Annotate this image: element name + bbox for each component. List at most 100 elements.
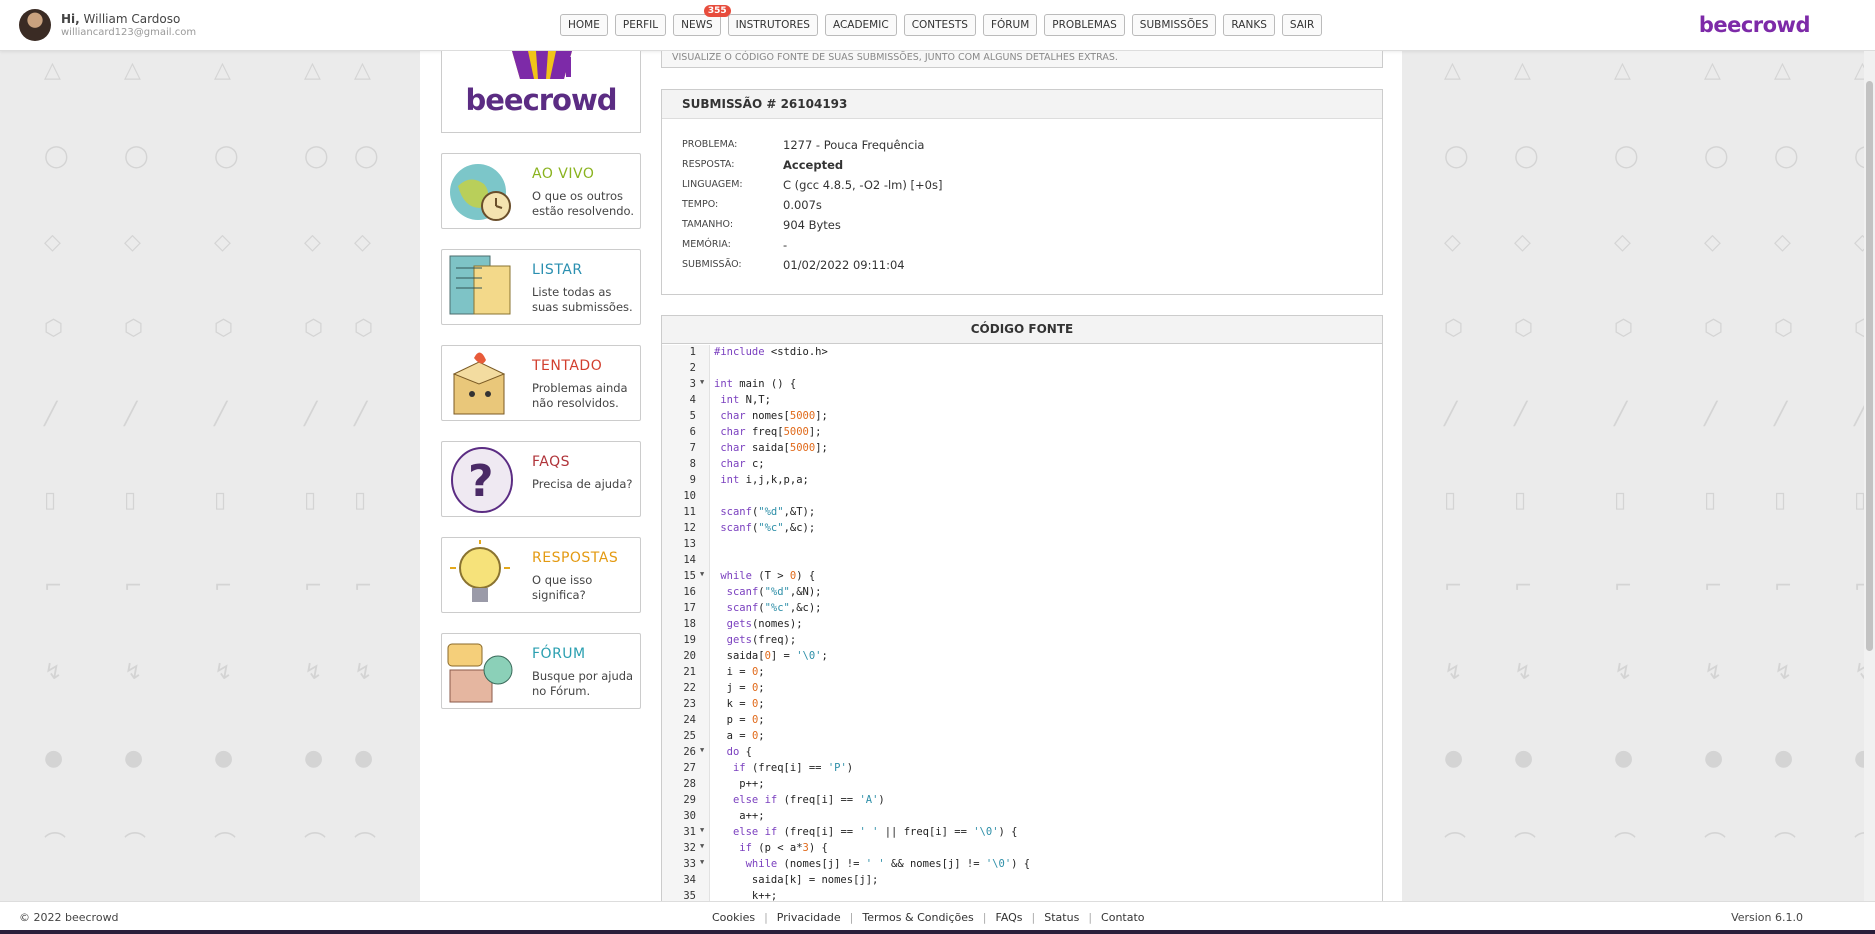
sidebar-card-ao-vivo[interactable]: AO VIVO O que os outros estão resolvendo. <box>441 153 641 229</box>
nav-sair[interactable]: SAIR <box>1281 14 1323 36</box>
background-shape: ◇ <box>1444 230 1461 255</box>
submission-field-label: LINGUAGEM: <box>682 179 743 190</box>
footer-link-faqs[interactable]: FAQs <box>996 911 1023 924</box>
code-text: do { <box>726 746 752 758</box>
background-shape: ◯ <box>304 144 329 169</box>
version-label: Version 6.1.0 <box>1731 911 1803 924</box>
code-editor[interactable]: 1 #include <stdio.h> 2 3 ▼ int main () {4 int… <box>662 345 1382 905</box>
nav-academic[interactable]: ACADEMIC <box>824 14 897 36</box>
faqs-illustration-icon: ? <box>451 447 513 513</box>
code-line: 10 <box>662 489 1382 505</box>
footer-link-privacidade[interactable]: Privacidade <box>777 911 841 924</box>
nav-problemas[interactable]: PROBLEMAS <box>1044 14 1125 36</box>
nav-instrutores[interactable]: INSTRUTORES <box>727 14 818 36</box>
code-text: char saida[5000]; <box>720 442 828 454</box>
nav-submiss-es[interactable]: SUBMISSÕES <box>1131 14 1217 36</box>
background-shape: ● <box>1614 746 1634 771</box>
sidebar-card-desc: Busque por ajuda no Fórum. <box>532 669 634 698</box>
page-scrollbar[interactable] <box>1864 51 1875 901</box>
background-shape: ⌒ <box>354 832 377 857</box>
footer-link-contato[interactable]: Contato <box>1101 911 1144 924</box>
footer-link-status[interactable]: Status <box>1044 911 1079 924</box>
nav-news[interactable]: NEWS 355 <box>673 5 731 36</box>
code-text: #include <stdio.h> <box>714 346 828 358</box>
nav-label: NEWS <box>681 19 713 31</box>
background-shape: ◯ <box>1444 144 1469 169</box>
code-line: 13 <box>662 537 1382 553</box>
fold-toggle-icon[interactable]: ▼ <box>700 842 704 850</box>
submission-field-value[interactable]: 1277 - Pouca Frequência <box>783 138 924 152</box>
background-shape: ⬡ <box>124 316 144 341</box>
background-shape: ╱ <box>214 402 228 427</box>
nav-contests[interactable]: CONTESTS <box>903 14 976 36</box>
background-shape: △ <box>1514 58 1531 83</box>
top-bar: Hi, William Cardoso williancard123@gmail… <box>0 0 1875 51</box>
line-number: 1 <box>689 346 696 358</box>
code-line: 5 char nomes[5000]; <box>662 409 1382 425</box>
source-code-panel: CÓDIGO FONTE 1 #include <stdio.h> 2 3 ▼ int m… <box>661 315 1383 915</box>
user-name[interactable]: William Cardoso <box>84 12 181 26</box>
line-number: 16 <box>683 586 696 598</box>
background-shape: ⬡ <box>44 316 64 341</box>
nav-f-rum[interactable]: FÓRUM <box>982 14 1038 36</box>
nav-perfil[interactable]: PERFIL <box>614 14 667 36</box>
line-number: 2 <box>689 362 696 374</box>
background-shape: ⌐ <box>1444 574 1463 599</box>
background-shape: ◯ <box>1704 144 1729 169</box>
sidebar-card-listar[interactable]: LISTAR Liste todas as suas submissões. <box>441 249 641 325</box>
background-shape: △ <box>124 58 141 83</box>
background-shape: ◯ <box>124 144 149 169</box>
line-number: 18 <box>683 618 696 630</box>
footer-link-termos-condicoes[interactable]: Termos & Condições <box>862 911 973 924</box>
line-number: 10 <box>683 490 696 502</box>
line-number: 3 <box>689 378 696 390</box>
nav-ranks[interactable]: RANKS <box>1223 14 1275 36</box>
avatar[interactable] <box>19 9 51 41</box>
line-number: 21 <box>683 666 696 678</box>
code-line: 19 gets(freq); <box>662 633 1382 649</box>
nav-label: RANKS <box>1231 19 1267 31</box>
background-shape: ⌒ <box>44 832 67 857</box>
submission-field-label: RESPOSTA: <box>682 159 735 170</box>
line-number: 9 <box>689 474 696 486</box>
background-shape: ⌐ <box>214 574 233 599</box>
nav-label: HOME <box>568 19 600 31</box>
respostas-illustration-icon <box>450 540 510 602</box>
code-line: 21 i = 0; <box>662 665 1382 681</box>
background-shape: ● <box>1774 746 1794 771</box>
code-text: p++; <box>714 778 765 790</box>
code-text: scanf("%c",&c); <box>720 522 816 534</box>
background-shape: ⬡ <box>354 316 374 341</box>
background-shape: ◯ <box>354 144 379 169</box>
code-text: char freq[5000]; <box>720 426 822 438</box>
nav-label: PROBLEMAS <box>1052 19 1117 31</box>
fold-toggle-icon[interactable]: ▼ <box>700 378 704 386</box>
background-shape: ▯ <box>1514 488 1527 513</box>
tentado-illustration-icon <box>452 352 506 415</box>
user-email: williancard123@gmail.com <box>61 27 197 38</box>
sidebar-card-title: FAQS <box>532 454 571 470</box>
code-line: 33 ▼ while (nomes[j] != ' ' && nomes[j] !… <box>662 857 1382 873</box>
code-line: 14 <box>662 553 1382 569</box>
nav-home[interactable]: HOME <box>560 14 608 36</box>
sidebar-logo[interactable]: beecrowd <box>441 51 641 133</box>
page-hint: VISUALIZE O CÓDIGO FONTE DE SUAS SUBMISS… <box>661 51 1383 68</box>
fold-toggle-icon[interactable]: ▼ <box>700 570 704 578</box>
nav-label: SUBMISSÕES <box>1139 19 1209 31</box>
footer-link-cookies[interactable]: Cookies <box>712 911 755 924</box>
sidebar-card-respostas[interactable]: RESPOSTAS O que isso significa? <box>441 537 641 613</box>
fold-toggle-icon[interactable]: ▼ <box>700 826 704 834</box>
line-number: 28 <box>683 778 696 790</box>
fold-toggle-icon[interactable]: ▼ <box>700 858 704 866</box>
background-shape: ⬡ <box>1614 316 1634 341</box>
fold-toggle-icon[interactable]: ▼ <box>700 746 704 754</box>
brand-logo[interactable]: beecrowd <box>1699 13 1811 37</box>
scrollbar-thumb[interactable] <box>1866 81 1873 651</box>
code-line: 8 char c; <box>662 457 1382 473</box>
sidebar-card-faqs[interactable]: ? FAQS Precisa de ajuda? <box>441 441 641 517</box>
footer-separator: | <box>764 911 768 924</box>
sidebar-card-tentado[interactable]: TENTADO Problemas ainda não resolvidos. <box>441 345 641 421</box>
sidebar-card-forum[interactable]: FÓRUM Busque por ajuda no Fórum. <box>441 633 641 709</box>
news-count-badge: 355 <box>703 5 731 17</box>
background-shape: ● <box>1444 746 1464 771</box>
